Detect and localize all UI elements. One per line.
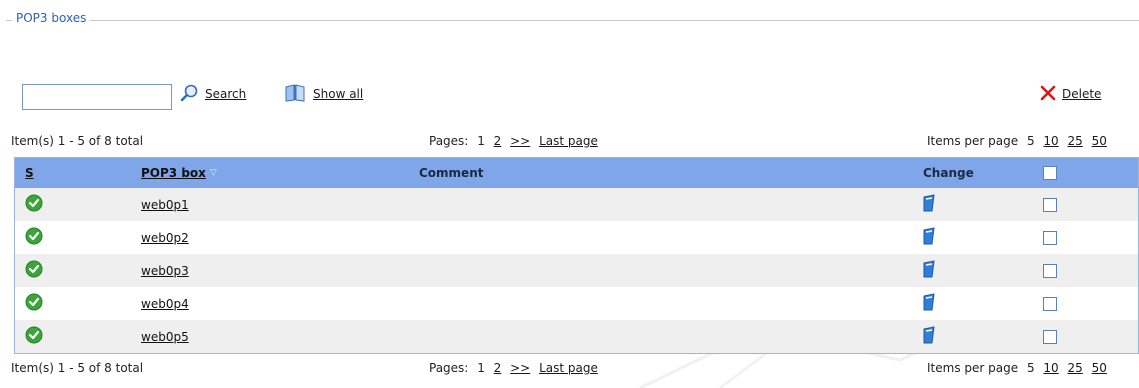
row-checkbox[interactable]	[1043, 263, 1057, 278]
pop3-box-link[interactable]: web0p3	[141, 264, 189, 278]
search-label: Search	[205, 87, 247, 101]
table-row: web0p4	[15, 287, 1138, 320]
page-2-link[interactable]: 2	[494, 361, 502, 375]
pop3-fieldset	[6, 20, 1139, 21]
edit-page-icon[interactable]	[923, 293, 937, 314]
pager-top: Item(s) 1 - 5 of 8 total Pages: 1 2 >> L…	[11, 134, 1139, 152]
last-page-link[interactable]: Last page	[539, 361, 598, 375]
green-check-icon	[25, 194, 43, 215]
delete-label: Delete	[1062, 87, 1102, 101]
pop3-table: S POP3 box ▽ Comment Change web0p1 web0p…	[14, 157, 1139, 354]
per-page-50-link[interactable]: 50	[1092, 134, 1107, 148]
search-button[interactable]: Search	[179, 84, 246, 104]
sort-pop3-box-link[interactable]: POP3 box	[141, 166, 206, 180]
per-page-5-current: 5	[1026, 361, 1035, 375]
sort-down-icon: ▽	[209, 168, 217, 178]
next-page-link[interactable]: >>	[510, 134, 530, 148]
select-all-checkbox[interactable]	[1043, 166, 1057, 180]
table-row: web0p1	[15, 188, 1138, 221]
items-per-page: Items per page 5 10 25 50	[927, 361, 1107, 375]
green-check-icon	[25, 293, 43, 314]
green-check-icon	[25, 227, 43, 248]
per-page-10-link[interactable]: 10	[1043, 134, 1058, 148]
table-row: web0p5	[15, 320, 1138, 353]
pager-bottom: Item(s) 1 - 5 of 8 total Pages: 1 2 >> L…	[11, 361, 1139, 379]
edit-page-icon[interactable]	[923, 326, 937, 347]
table-row: web0p2	[15, 221, 1138, 254]
items-per-page: Items per page 5 10 25 50	[927, 134, 1107, 148]
next-page-link[interactable]: >>	[510, 361, 530, 375]
table-row: web0p3	[15, 254, 1138, 287]
per-page-10-link[interactable]: 10	[1043, 361, 1058, 375]
pagination: Pages: 1 2 >> Last page	[429, 361, 598, 375]
pop3-box-link[interactable]: web0p4	[141, 297, 189, 311]
items-total: Item(s) 1 - 5 of 8 total	[11, 134, 144, 148]
items-per-page-label: Items per page	[927, 361, 1019, 375]
per-page-25-link[interactable]: 25	[1068, 134, 1083, 148]
row-checkbox[interactable]	[1043, 197, 1057, 212]
show-all-button[interactable]: Show all	[283, 83, 364, 106]
last-page-link[interactable]: Last page	[539, 134, 598, 148]
pop3-box-link[interactable]: web0p1	[141, 198, 189, 212]
pop3-box-link[interactable]: web0p5	[141, 330, 189, 344]
items-total: Item(s) 1 - 5 of 8 total	[11, 361, 144, 375]
edit-page-icon[interactable]	[923, 194, 937, 215]
per-page-25-link[interactable]: 25	[1068, 361, 1083, 375]
page-1-current: 1	[477, 361, 485, 375]
row-checkbox[interactable]	[1043, 296, 1057, 311]
page-2-link[interactable]: 2	[494, 134, 502, 148]
pagination: Pages: 1 2 >> Last page	[429, 134, 598, 148]
edit-page-icon[interactable]	[923, 260, 937, 281]
items-per-page-label: Items per page	[927, 134, 1019, 148]
pop3-box-link[interactable]: web0p2	[141, 231, 189, 245]
green-check-icon	[25, 260, 43, 281]
delete-button[interactable]: Delete	[1040, 84, 1101, 104]
fieldset-legend: POP3 boxes	[12, 11, 91, 25]
pages-label: Pages:	[429, 361, 469, 375]
per-page-5-current: 5	[1026, 134, 1035, 148]
edit-page-icon[interactable]	[923, 227, 937, 248]
show-all-label: Show all	[313, 87, 364, 101]
page-1-current: 1	[477, 134, 485, 148]
pages-label: Pages:	[429, 134, 469, 148]
per-page-50-link[interactable]: 50	[1092, 361, 1107, 375]
change-header: Change	[923, 166, 974, 180]
search-input[interactable]	[22, 84, 172, 110]
magnifier-icon	[179, 83, 199, 106]
comment-header: Comment	[419, 166, 484, 180]
sort-status-link[interactable]: S	[25, 166, 34, 180]
green-check-icon	[25, 326, 43, 347]
book-icon	[283, 83, 307, 106]
table-header: S POP3 box ▽ Comment Change	[15, 158, 1138, 188]
row-checkbox[interactable]	[1043, 230, 1057, 245]
red-x-icon	[1040, 85, 1056, 104]
row-checkbox[interactable]	[1043, 329, 1057, 344]
